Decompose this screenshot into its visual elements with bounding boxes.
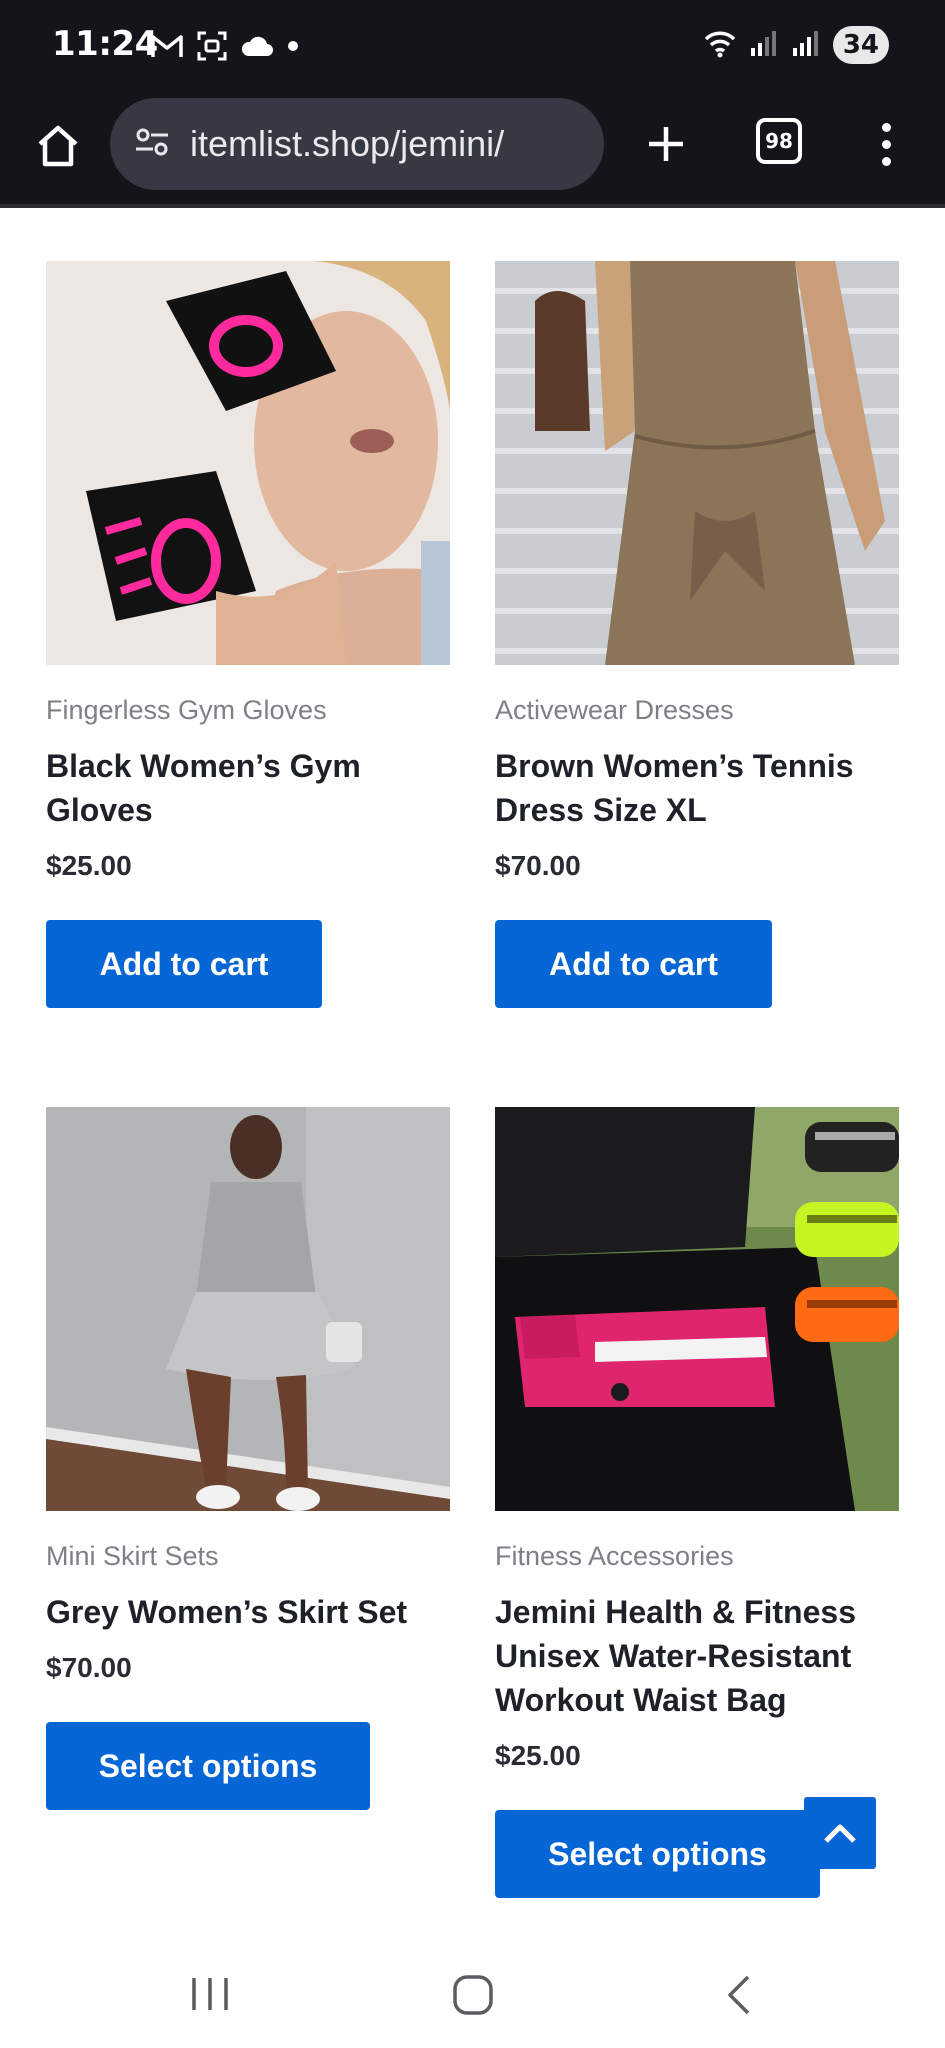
product-title[interactable]: Black Women’s Gym Gloves bbox=[46, 744, 450, 832]
back-icon bbox=[728, 1975, 750, 2015]
browser-toolbar: itemlist.shop/jemini/ 98 bbox=[0, 96, 945, 208]
gmail-icon bbox=[150, 32, 184, 65]
menu-dot bbox=[881, 139, 891, 149]
battery-indicator: 34 bbox=[832, 26, 889, 64]
product-title[interactable]: Grey Women’s Skirt Set bbox=[46, 1590, 450, 1634]
status-bar: 11:24 34 bbox=[0, 0, 945, 96]
product-category: Activewear Dresses bbox=[495, 695, 734, 725]
dot-icon bbox=[286, 39, 300, 58]
url-bar[interactable]: itemlist.shop/jemini/ bbox=[110, 98, 604, 190]
product-image-waist-bag[interactable] bbox=[495, 1107, 899, 1511]
menu-button[interactable] bbox=[866, 114, 906, 174]
home-button[interactable] bbox=[30, 118, 86, 174]
signal-icon bbox=[749, 28, 779, 63]
product-card: Activewear Dresses Brown Women’s Tennis … bbox=[495, 261, 899, 1008]
recents-button[interactable] bbox=[188, 1976, 232, 2017]
product-price: $70.00 bbox=[495, 850, 581, 881]
url-text[interactable]: itemlist.shop/jemini/ bbox=[190, 123, 504, 165]
product-image-gloves[interactable] bbox=[46, 261, 450, 665]
status-time: 11:24 bbox=[52, 24, 158, 64]
cloud-icon bbox=[240, 34, 274, 63]
product-card: Fitness Accessories Jemini Health & Fitn… bbox=[495, 1107, 899, 1898]
product-category: Mini Skirt Sets bbox=[46, 1541, 219, 1571]
status-icons-right: 34 bbox=[703, 26, 889, 64]
menu-dot bbox=[881, 156, 891, 166]
plus-icon bbox=[649, 127, 683, 161]
product-price: $25.00 bbox=[46, 850, 132, 881]
status-icons-left bbox=[150, 30, 300, 67]
back-button[interactable] bbox=[722, 1974, 756, 2021]
site-settings-icon[interactable] bbox=[134, 126, 170, 163]
home-nav-button[interactable] bbox=[452, 1974, 494, 2021]
tab-switcher-button[interactable]: 98 bbox=[756, 118, 802, 164]
add-to-cart-button[interactable]: Add to cart bbox=[46, 920, 322, 1008]
product-title[interactable]: Brown Women’s Tennis Dress Size XL bbox=[495, 744, 899, 832]
menu-dot bbox=[881, 122, 891, 132]
recents-icon bbox=[192, 1978, 228, 2010]
product-image-skirt-set[interactable] bbox=[46, 1107, 450, 1511]
new-tab-button[interactable] bbox=[636, 114, 696, 174]
home-circle-icon bbox=[453, 1975, 493, 2015]
chevron-up-icon bbox=[824, 1824, 856, 1843]
select-options-button[interactable]: Select options bbox=[495, 1810, 820, 1898]
add-to-cart-button[interactable]: Add to cart bbox=[495, 920, 772, 1008]
system-nav-bar bbox=[0, 1940, 945, 2048]
product-card: Mini Skirt Sets Grey Women’s Skirt Set $… bbox=[46, 1107, 450, 1810]
product-category: Fingerless Gym Gloves bbox=[46, 695, 327, 725]
product-image-tennis-dress[interactable] bbox=[495, 261, 899, 665]
select-options-button[interactable]: Select options bbox=[46, 1722, 370, 1810]
signal-icon bbox=[791, 28, 821, 63]
product-price: $25.00 bbox=[495, 1740, 581, 1771]
product-price: $70.00 bbox=[46, 1652, 132, 1683]
product-title[interactable]: Jemini Health & Fitness Unisex Water-Res… bbox=[495, 1590, 899, 1722]
product-card: Fingerless Gym Gloves Black Women’s Gym … bbox=[46, 261, 450, 1008]
wifi-icon bbox=[703, 28, 737, 63]
screenshot-icon bbox=[196, 30, 228, 67]
home-icon bbox=[38, 125, 78, 167]
product-category: Fitness Accessories bbox=[495, 1541, 734, 1571]
back-to-top-button[interactable] bbox=[804, 1797, 876, 1869]
